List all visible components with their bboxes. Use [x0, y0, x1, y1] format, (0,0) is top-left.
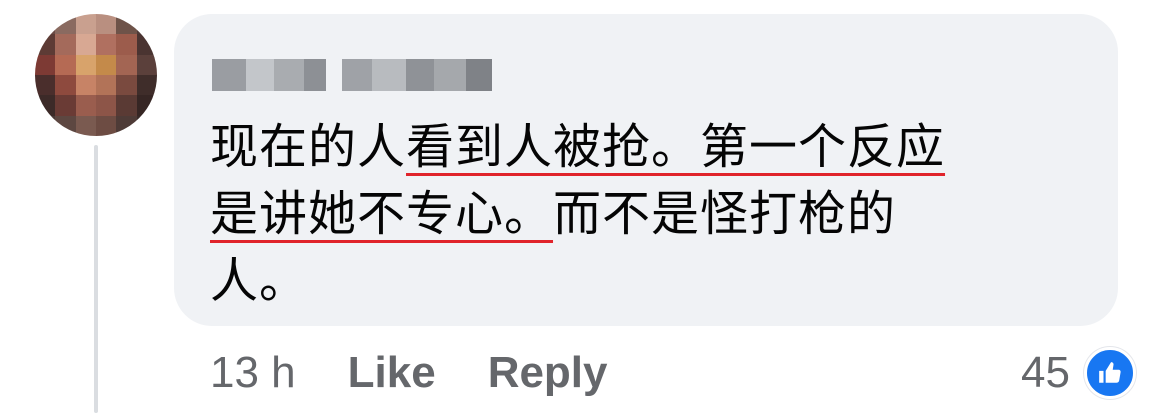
like-button[interactable]: Like: [348, 348, 436, 398]
reply-button[interactable]: Reply: [488, 348, 608, 398]
comment-text-underlined: 是讲她不专心。: [210, 186, 554, 242]
comment-text-segment: 而不是怪打枪的: [553, 186, 897, 242]
timestamp[interactable]: 13 h: [210, 348, 296, 398]
comment-bubble: 现在的人看到人被抢。第一个反应 是讲她不专心。而不是怪打枪的 人。: [174, 14, 1118, 326]
comment-actions: 13 h Like Reply: [210, 345, 608, 401]
comment-text-underlined: 看到人被抢。第一个反应: [406, 119, 946, 175]
reaction-count: 45: [1021, 348, 1070, 397]
avatar[interactable]: [35, 14, 157, 136]
comment-text-segment: 人。: [210, 253, 309, 309]
thread-line: [94, 145, 98, 413]
reaction-summary[interactable]: 45: [1021, 345, 1136, 401]
comment-text-segment: 现在的人: [210, 119, 407, 175]
comment-text: 现在的人看到人被抢。第一个反应 是讲她不专心。而不是怪打枪的 人。: [210, 114, 1090, 315]
thumbs-up-icon: [1084, 347, 1136, 399]
author-name-redacted[interactable]: [212, 56, 492, 94]
